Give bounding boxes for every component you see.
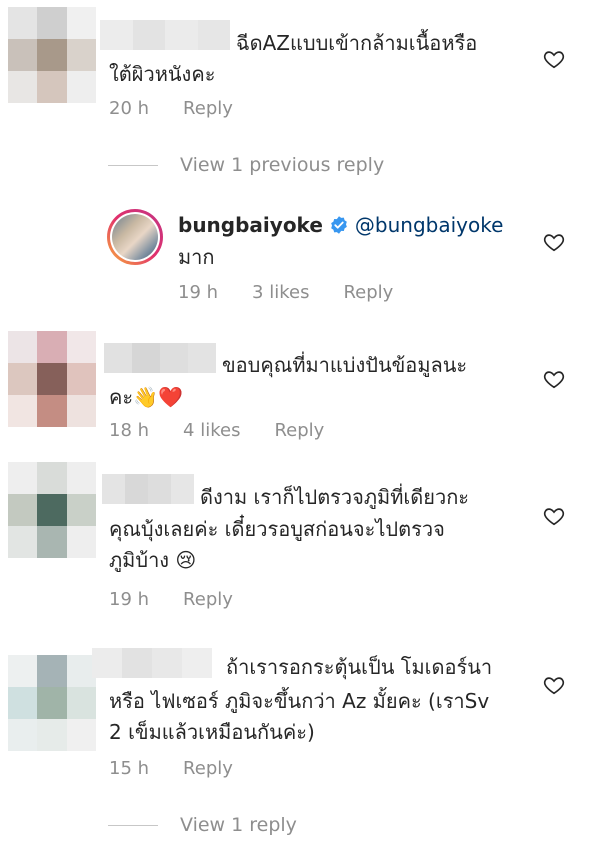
- comment-text: ฉีดAZแบบเข้ากล้ามเนื้อหรือ: [236, 31, 478, 55]
- blur-tile: [100, 20, 133, 50]
- mosaic-tile: [8, 7, 38, 39]
- mosaic-tile: [37, 39, 67, 71]
- reply-text: มาก: [178, 245, 215, 269]
- avatar[interactable]: [107, 209, 163, 265]
- reply-time: 19 h: [178, 282, 219, 303]
- comment-time: 20 h: [109, 98, 150, 119]
- reply-button[interactable]: Reply: [183, 98, 233, 119]
- mosaic-tile: [8, 687, 38, 719]
- mosaic-tile: [8, 363, 38, 395]
- comment-text-cont: หรือ ไฟเซอร์ ภูมิจะขึ้นกว่า Az มั้ยคะ (เ…: [109, 689, 490, 744]
- blur-tile: [122, 648, 152, 678]
- comment-meta: 20 h Reply: [109, 98, 267, 119]
- mosaic-tile: [8, 719, 38, 751]
- mosaic-tile: [37, 363, 67, 395]
- heart-outline-icon[interactable]: [543, 231, 565, 253]
- mention-link[interactable]: @bungbaiyoke: [355, 213, 504, 237]
- heart-outline-icon[interactable]: [543, 674, 565, 696]
- reply-header: bungbaiyoke @bungbaiyoke: [178, 210, 558, 241]
- mosaic-tile: [66, 687, 96, 719]
- avatar[interactable]: [8, 462, 96, 558]
- blur-tile: [104, 343, 132, 373]
- comment-likes[interactable]: 4 likes: [183, 420, 240, 441]
- reply-username[interactable]: bungbaiyoke: [178, 213, 323, 237]
- mosaic-tile: [37, 526, 67, 558]
- mosaic-tile: [66, 719, 96, 751]
- mosaic-tile: [8, 331, 38, 363]
- mosaic-tile: [37, 719, 67, 751]
- divider-line: [108, 164, 158, 166]
- comment-text-cont: คุณบุ้งเลยค่ะ เดี๋ยวรอบูสก่อนจะไปตรวจ ภู…: [109, 517, 445, 572]
- blur-tile: [102, 474, 125, 504]
- reply-likes[interactable]: 3 likes: [252, 282, 309, 303]
- mosaic-tile: [37, 7, 67, 39]
- mosaic-tile: [66, 363, 96, 395]
- mosaic-tile: [37, 331, 67, 363]
- heart-outline-icon[interactable]: [543, 505, 565, 527]
- mosaic-tile: [66, 395, 96, 427]
- reply-button[interactable]: Reply: [183, 758, 233, 779]
- blur-tile: [92, 648, 122, 678]
- comment-text: ถ้าเรารอกระตุ้นเป็น โมเดอร์นา: [226, 655, 493, 679]
- mosaic-tile: [37, 71, 67, 103]
- mosaic-tile: [37, 395, 67, 427]
- blur-tile: [125, 474, 148, 504]
- blurred-username[interactable]: [100, 20, 230, 50]
- mosaic-tile: [37, 655, 67, 687]
- comment-text-cont: ใต้ผิวหนังคะ: [109, 62, 216, 86]
- avatar[interactable]: [8, 7, 96, 103]
- reply-meta: 19 h 3 likes Reply: [178, 282, 427, 303]
- reply-button[interactable]: Reply: [343, 282, 393, 303]
- mosaic-tile: [8, 526, 38, 558]
- comment-text: ดีงาม เราก็ไปตรวจภูมิที่เดียวกะ: [200, 485, 470, 509]
- mosaic-tile: [66, 526, 96, 558]
- comment-text: ขอบคุณที่มาแบ่งปันข้อมูลนะ: [222, 353, 468, 377]
- avatar[interactable]: [8, 331, 96, 427]
- blur-tile: [148, 474, 171, 504]
- verified-badge-icon: [331, 216, 347, 234]
- blurred-username[interactable]: [104, 343, 216, 373]
- view-replies[interactable]: View 1 reply: [108, 814, 297, 836]
- heart-outline-icon[interactable]: [543, 48, 565, 70]
- reply-button[interactable]: Reply: [183, 589, 233, 610]
- mosaic-tile: [8, 494, 38, 526]
- mosaic-tile: [66, 7, 96, 39]
- comment-meta: 19 h Reply: [109, 589, 267, 610]
- blur-tile: [160, 343, 188, 373]
- blur-tile: [152, 648, 182, 678]
- mosaic-tile: [66, 331, 96, 363]
- blurred-username[interactable]: [102, 474, 194, 504]
- blur-tile: [165, 20, 198, 50]
- comment-time: 15 h: [109, 758, 150, 779]
- blur-tile: [182, 648, 212, 678]
- mosaic-tile: [66, 462, 96, 494]
- comment-meta: 18 h 4 likes Reply: [109, 420, 358, 441]
- blurred-username[interactable]: [92, 648, 212, 678]
- comment-meta: 15 h Reply: [109, 758, 267, 779]
- blur-tile: [132, 20, 165, 50]
- reply-button[interactable]: Reply: [274, 420, 324, 441]
- mosaic-tile: [8, 71, 38, 103]
- mosaic-tile: [8, 39, 38, 71]
- view-previous-replies[interactable]: View 1 previous reply: [108, 154, 384, 176]
- divider-line: [108, 824, 158, 826]
- mosaic-tile: [37, 462, 67, 494]
- mosaic-tile: [8, 462, 38, 494]
- mosaic-tile: [37, 494, 67, 526]
- comment-text-cont: คะ👋❤️: [109, 385, 183, 409]
- mosaic-tile: [8, 655, 38, 687]
- comment-time: 19 h: [109, 589, 150, 610]
- comment-time: 18 h: [109, 420, 150, 441]
- blur-tile: [132, 343, 160, 373]
- mosaic-tile: [66, 39, 96, 71]
- blur-tile: [188, 343, 216, 373]
- mosaic-tile: [66, 494, 96, 526]
- mosaic-tile: [8, 395, 38, 427]
- heart-outline-icon[interactable]: [543, 368, 565, 390]
- mosaic-tile: [66, 71, 96, 103]
- blur-tile: [197, 20, 230, 50]
- blur-tile: [171, 474, 194, 504]
- avatar[interactable]: [8, 655, 96, 751]
- mosaic-tile: [37, 687, 67, 719]
